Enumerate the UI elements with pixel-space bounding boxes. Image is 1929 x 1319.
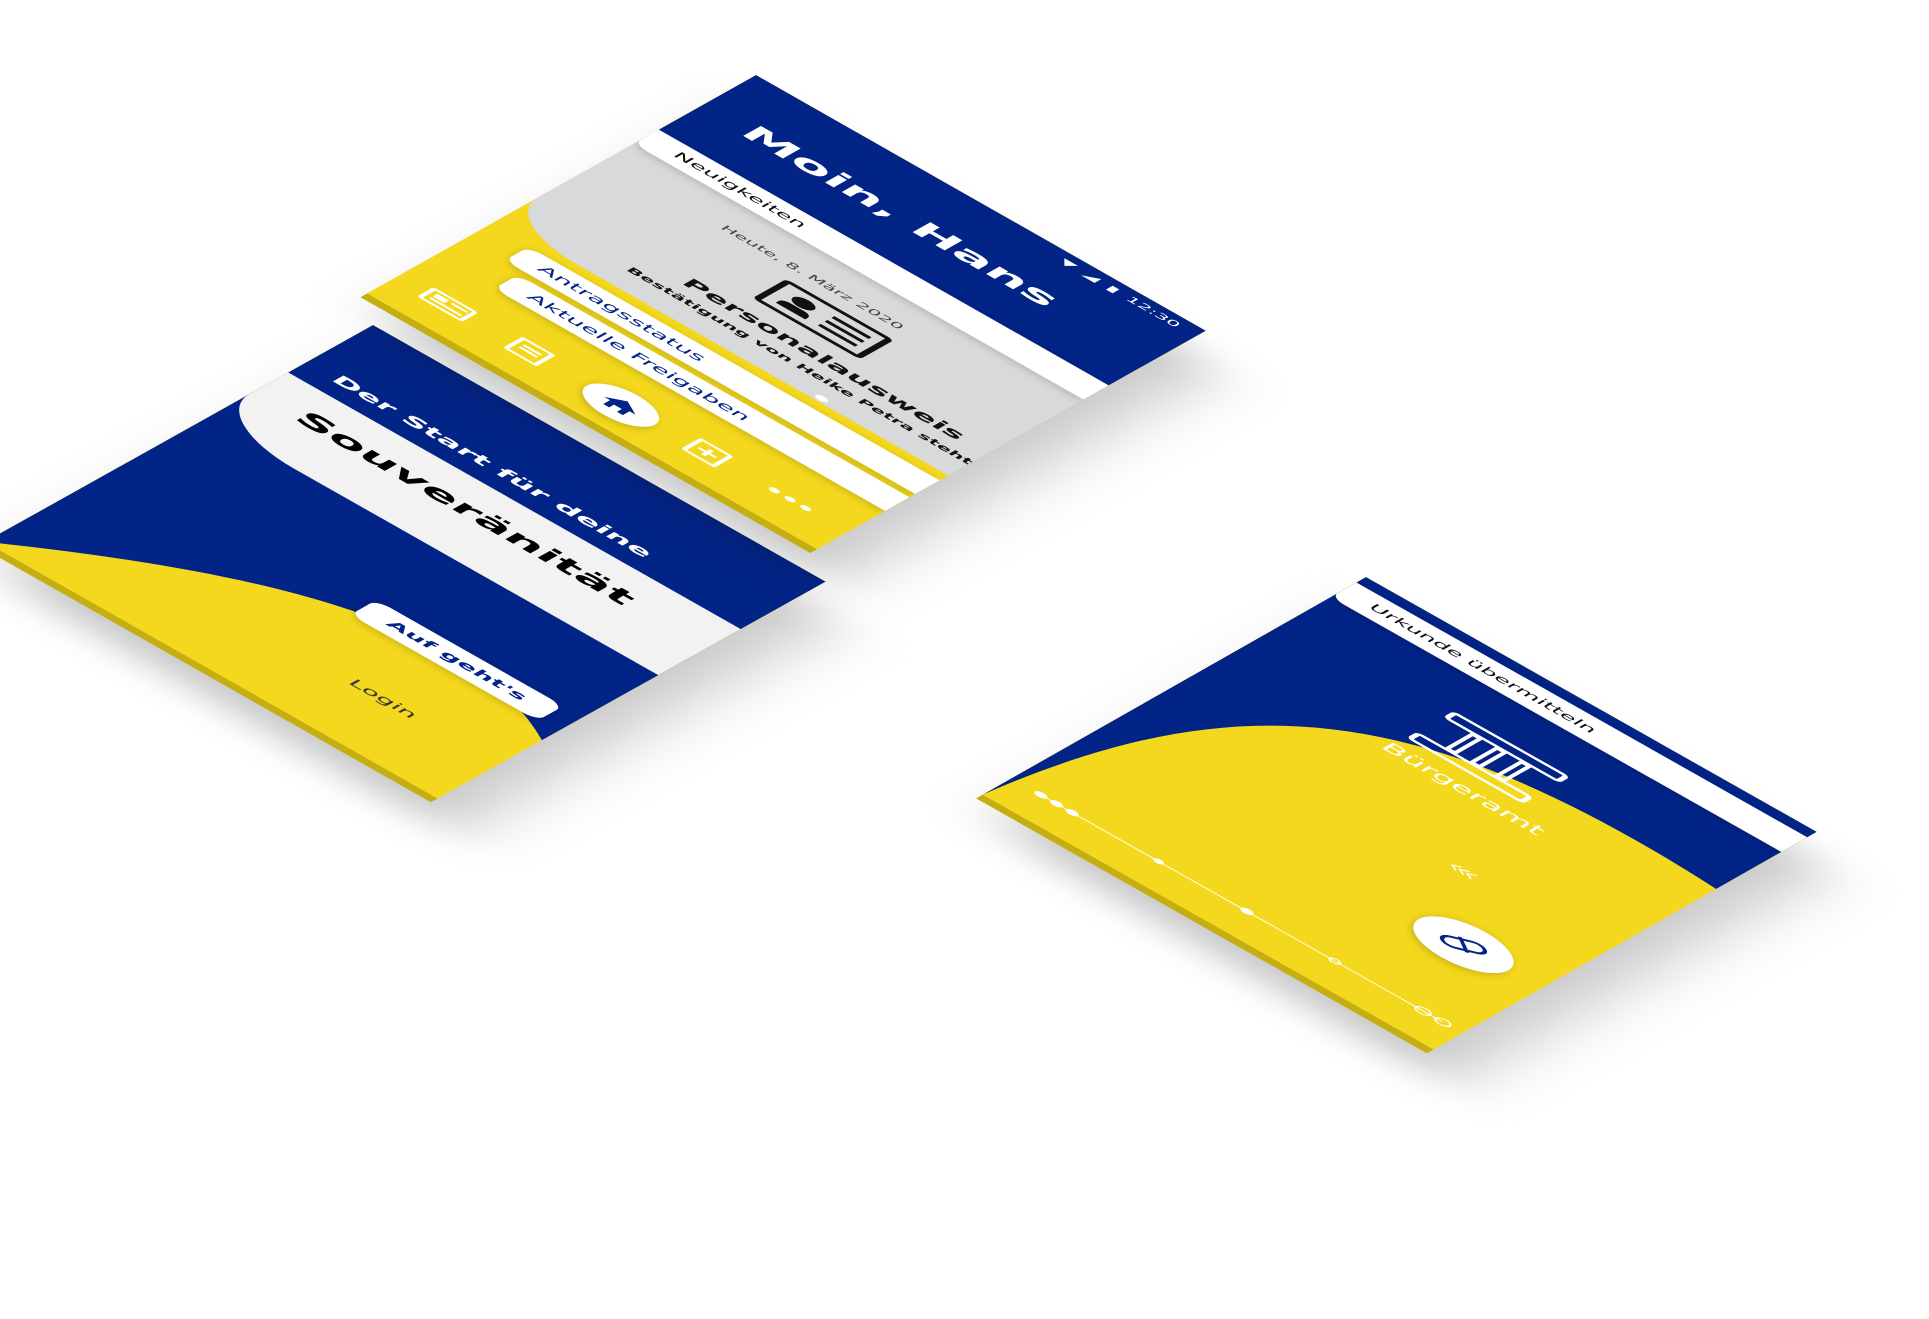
dashboard-icon[interactable]	[416, 287, 479, 322]
documents-icon[interactable]	[503, 336, 556, 367]
wifi-icon: ▼	[1056, 256, 1081, 271]
add-document-icon[interactable]	[681, 437, 734, 468]
more-icon[interactable]	[767, 486, 813, 513]
battery-icon: ▮	[1103, 283, 1124, 295]
pager-dot	[812, 393, 831, 404]
transfer-screen: Urkunde übermitteln Bürgeramt ‹‹‹	[982, 577, 1817, 1050]
signal-icon: ◢	[1079, 270, 1104, 284]
home-icon	[603, 396, 636, 416]
